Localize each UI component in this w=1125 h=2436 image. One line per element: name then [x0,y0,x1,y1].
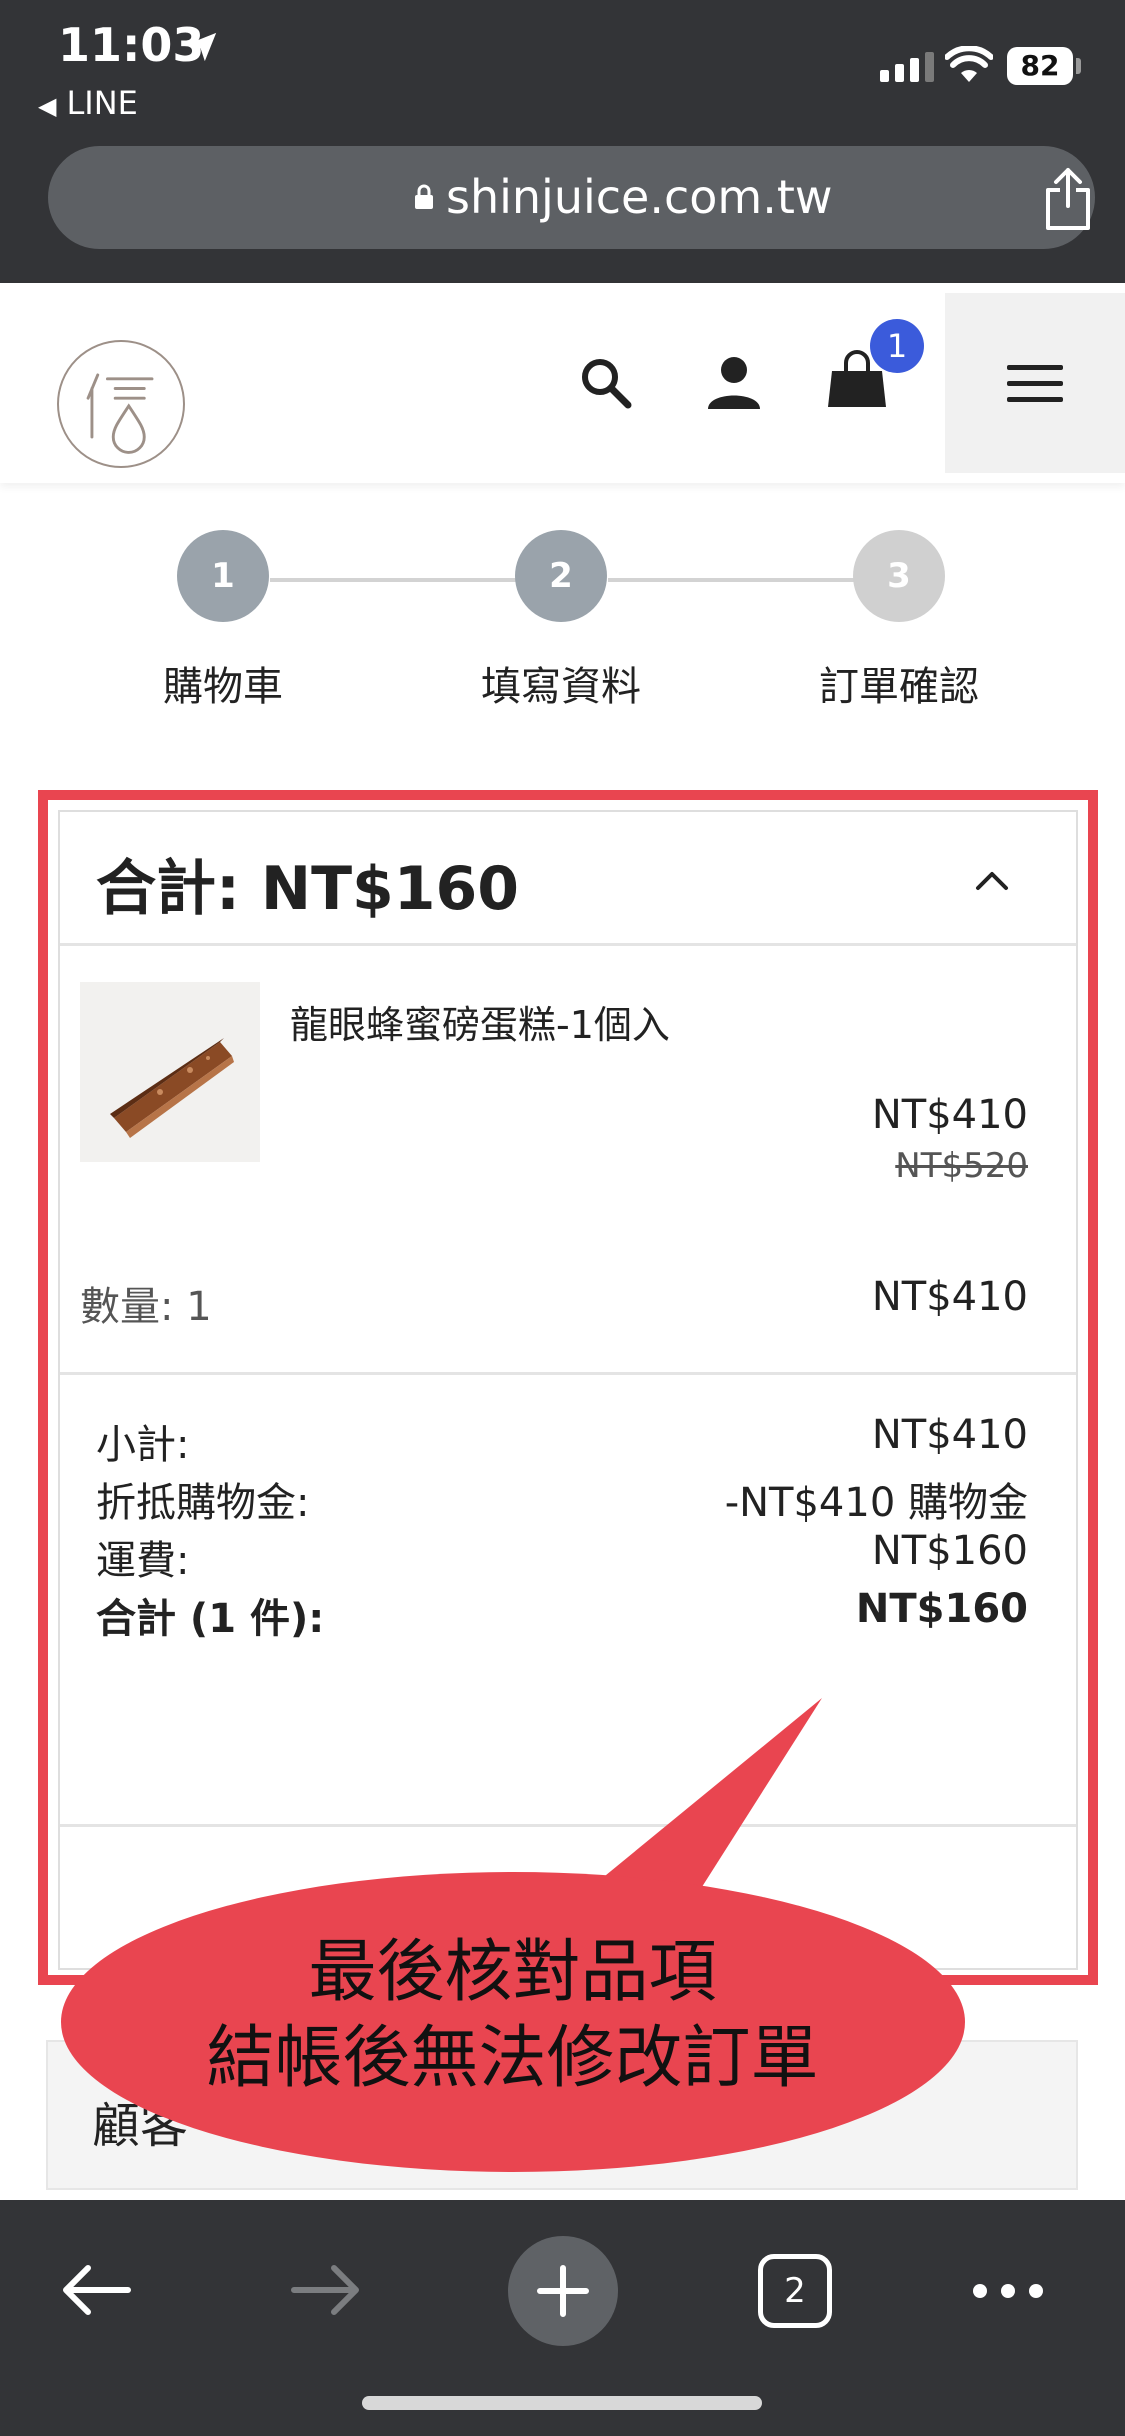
url-text: shinjuice.com.tw [446,170,833,224]
hamburger-menu-button[interactable] [945,293,1125,473]
wifi-icon [945,46,993,82]
step-number: 1 [177,530,269,622]
cellular-signal-icon [880,52,934,82]
site-logo[interactable] [57,340,185,468]
plus-icon [537,2265,589,2317]
browser-chrome: 11:03 ◀ LINE 82 shinjuice.com.tw [0,0,1125,283]
status-time: 11:03 [58,18,205,72]
site-header: 1 [0,283,1125,483]
back-app-label: LINE [66,84,138,122]
back-triangle-icon: ◀ [38,92,57,120]
annotation-highlight-frame [38,790,1098,1985]
address-bar[interactable]: shinjuice.com.tw [48,146,1095,249]
back-to-app-link[interactable]: ◀ LINE [38,84,138,122]
step-cart: 1 購物車 [93,530,353,712]
share-icon[interactable] [1040,166,1096,232]
more-dots-icon[interactable] [970,2266,1046,2316]
annotation-text: 最後核對品項 結帳後無法修改訂單 [60,1930,965,2102]
lock-icon [415,184,433,209]
forward-arrow-icon[interactable] [290,2260,364,2320]
search-icon[interactable] [578,355,634,411]
back-arrow-icon[interactable] [58,2260,132,2320]
step-number: 2 [515,530,607,622]
menu-line [1007,397,1063,402]
annotation-line-2: 結帳後無法修改訂單 [206,2019,819,2098]
new-tab-button[interactable] [508,2236,618,2346]
menu-line [1007,381,1063,386]
cart-count-badge[interactable]: 1 [870,319,924,373]
step-label: 訂單確認 [819,664,979,710]
tab-switcher-button[interactable]: 2 [758,2254,832,2328]
logo-mark-icon [86,373,154,454]
step-number: 3 [853,530,945,622]
account-icon[interactable] [705,353,763,411]
step-fill-info: 2 填寫資料 [431,530,691,712]
home-indicator [362,2396,762,2410]
step-label: 購物車 [163,664,283,710]
step-confirm: 3 訂單確認 [769,530,1029,712]
location-arrow-icon [187,32,217,62]
step-label: 填寫資料 [481,664,641,710]
browser-toolbar: 2 [0,2200,1125,2436]
battery-level: 82 [1007,47,1073,85]
menu-line [1007,365,1063,370]
battery-tip [1076,58,1081,74]
annotation-line-1: 最後核對品項 [308,1933,717,2012]
checkout-steps: 1 購物車 2 填寫資料 3 訂單確認 [0,530,1125,730]
